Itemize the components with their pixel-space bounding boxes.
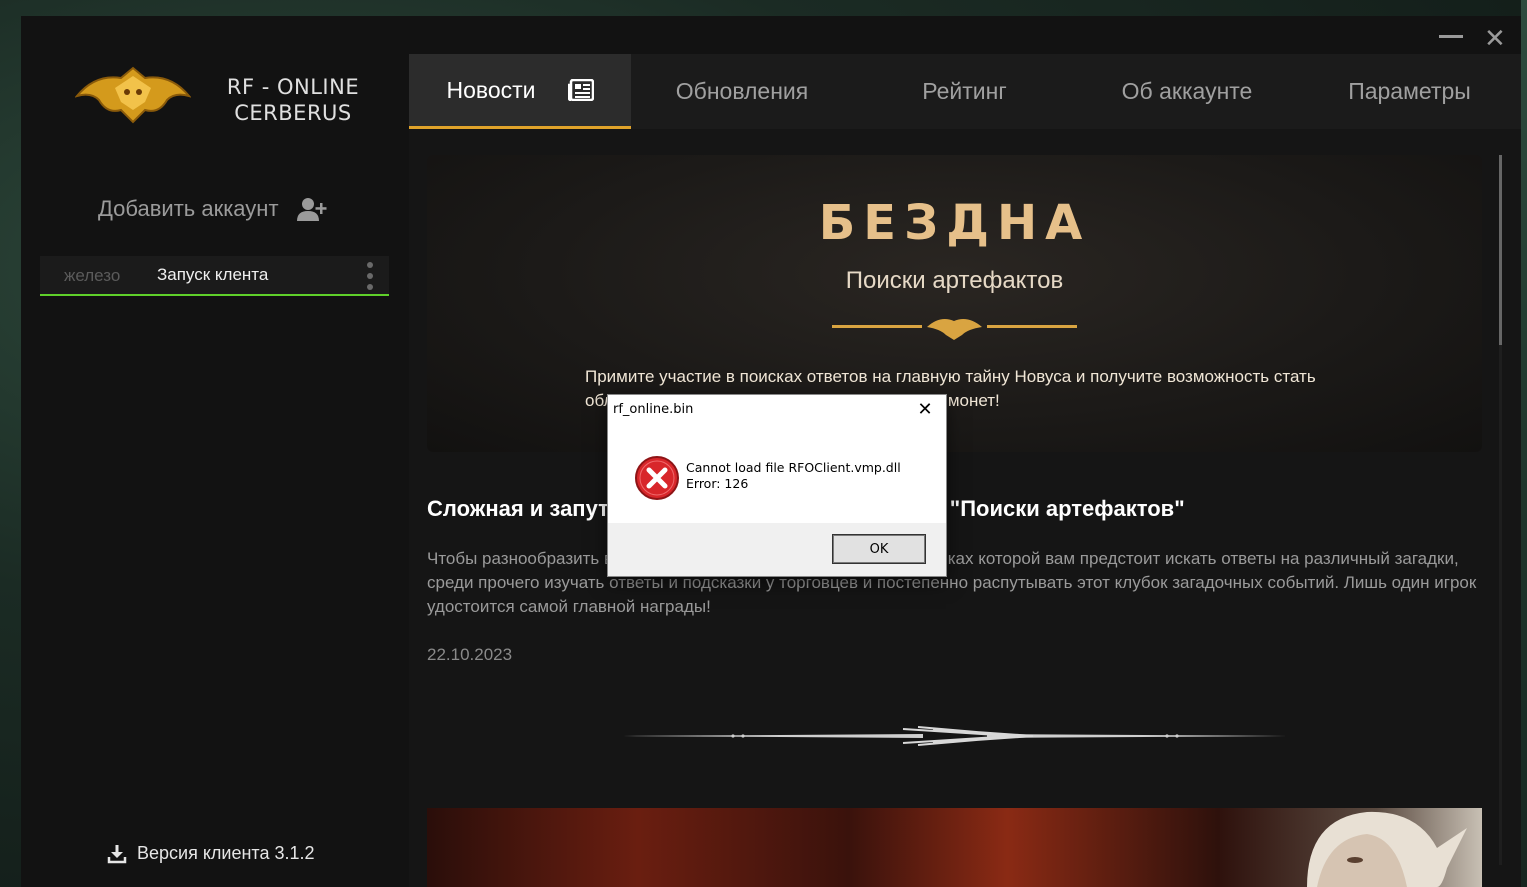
newspaper-icon (567, 79, 594, 101)
account-menu-icon[interactable] (365, 262, 375, 290)
ornament-icon (832, 319, 1077, 340)
dialog-title: rf_online.bin (613, 402, 694, 417)
brand-line-2: CERBERUS (234, 101, 352, 125)
dialog-message: Cannot load file RFOClient.vmp.dll Error… (686, 460, 901, 492)
brand-name: RF - ONLINE CERBERUS (213, 74, 373, 126)
news-feed[interactable]: БЕЗДНА Поиски артефактов Примите участие… (409, 129, 1521, 887)
account-item[interactable]: железо Запуск клента (40, 256, 389, 296)
close-window-button[interactable]: ✕ (1484, 24, 1506, 52)
logo-icon (75, 66, 191, 124)
minimize-button[interactable] (1439, 35, 1463, 38)
sidebar: RF - ONLINE CERBERUS Добавить аккаунт же… (21, 16, 409, 887)
tab-bar: Новости Обновления Рейтинг Об аккаунте П… (409, 54, 1521, 129)
background-edge (1521, 0, 1527, 887)
article-title: Сложная и запутанная загадка под названи… (427, 496, 1185, 521)
add-user-icon (296, 198, 327, 221)
second-news-banner[interactable] (427, 808, 1482, 887)
tab-settings[interactable]: Параметры (1298, 54, 1521, 129)
brand-line-1: RF - ONLINE (226, 75, 360, 99)
news-banner[interactable]: БЕЗДНА Поиски артефактов Примите участие… (427, 155, 1482, 452)
divider-ornament (623, 726, 1287, 746)
article-body: Чтобы разнообразить вашу игру, мы подгот… (427, 549, 1477, 616)
tab-news[interactable]: Новости (409, 54, 631, 129)
client-version: Версия клиента 3.1.2 (107, 843, 315, 864)
version-label: Версия клиента 3.1.2 (137, 843, 315, 863)
tab-news-label: Новости (446, 76, 536, 103)
banner-title: БЕЗДНА (818, 195, 1091, 251)
scrollbar-thumb[interactable] (1499, 155, 1502, 345)
error-dialog: rf_online.bin ✕ Cannot load file RFOClie… (608, 395, 946, 576)
ok-button[interactable]: OK (833, 535, 925, 563)
dialog-message-line-2: Error: 126 (686, 476, 749, 491)
error-icon (635, 456, 679, 500)
account-name: железо (64, 266, 121, 285)
tab-account[interactable]: Об аккаунте (1076, 54, 1298, 129)
tab-rating[interactable]: Рейтинг (853, 54, 1076, 129)
add-account-label: Добавить аккаунт (98, 196, 279, 221)
launch-client-button[interactable]: Запуск клента (157, 265, 268, 285)
add-account-button[interactable]: Добавить аккаунт (98, 196, 327, 222)
banner-subtitle: Поиски артефактов (845, 267, 1064, 294)
dialog-message-line-1: Cannot load file RFOClient.vmp.dll (686, 460, 901, 475)
dialog-body: rf_online.bin ✕ Cannot load file RFOClie… (608, 395, 946, 523)
dialog-close-button[interactable]: ✕ (914, 400, 936, 420)
article-date: 22.10.2023 (427, 645, 513, 664)
character-portrait (1307, 811, 1467, 887)
tab-updates[interactable]: Обновления (631, 54, 853, 129)
download-icon (107, 844, 127, 863)
